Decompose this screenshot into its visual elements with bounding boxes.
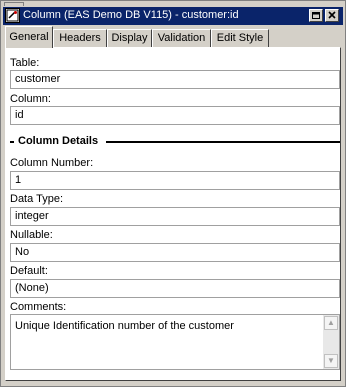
column-number-field[interactable]: 1: [10, 171, 340, 190]
table-label: Table:: [10, 57, 40, 69]
table-field[interactable]: customer: [10, 70, 340, 89]
tab-validation[interactable]: Validation: [152, 29, 211, 47]
top-strip-nub: [4, 2, 24, 6]
nullable-field[interactable]: No: [10, 243, 340, 262]
section-rule: [106, 141, 340, 143]
scroll-down-icon[interactable]: ▼: [324, 354, 338, 368]
default-label: Default:: [10, 265, 48, 277]
comments-scrollbar[interactable]: ▲ ▼: [323, 315, 339, 369]
top-strip: [2, 1, 344, 6]
comments-label: Comments:: [10, 301, 67, 313]
nullable-label: Nullable:: [10, 229, 53, 241]
default-field[interactable]: (None): [10, 279, 340, 298]
tab-edit-style[interactable]: Edit Style: [211, 29, 269, 47]
data-type-label: Data Type:: [10, 193, 63, 205]
comments-text: Unique Identification number of the cust…: [15, 320, 234, 332]
tab-general[interactable]: General: [5, 26, 53, 48]
comments-textarea[interactable]: Unique Identification number of the cust…: [10, 314, 340, 370]
column-label: Column:: [10, 93, 51, 105]
section-dash: [10, 141, 14, 143]
column-details-section: Column Details: [10, 135, 340, 149]
tab-strip: General Headers Display Validation Edit …: [5, 26, 343, 48]
restore-icon[interactable]: [309, 9, 323, 22]
window-title: Column (EAS Demo DB V115) - customer:id: [23, 9, 239, 21]
tab-display[interactable]: Display: [107, 29, 152, 47]
general-panel: Table: customer Column: id Column Detail…: [5, 47, 341, 381]
properties-window: Column (EAS Demo DB V115) - customer:id …: [0, 0, 346, 387]
title-bar[interactable]: Column (EAS Demo DB V115) - customer:id: [3, 7, 343, 25]
scroll-up-icon[interactable]: ▲: [324, 316, 338, 330]
tab-headers[interactable]: Headers: [53, 29, 107, 47]
section-title: Column Details: [18, 135, 99, 147]
column-number-label: Column Number:: [10, 157, 94, 169]
close-icon[interactable]: [325, 9, 339, 22]
data-type-field[interactable]: integer: [10, 207, 340, 226]
column-icon: [5, 8, 20, 23]
column-field[interactable]: id: [10, 106, 340, 125]
